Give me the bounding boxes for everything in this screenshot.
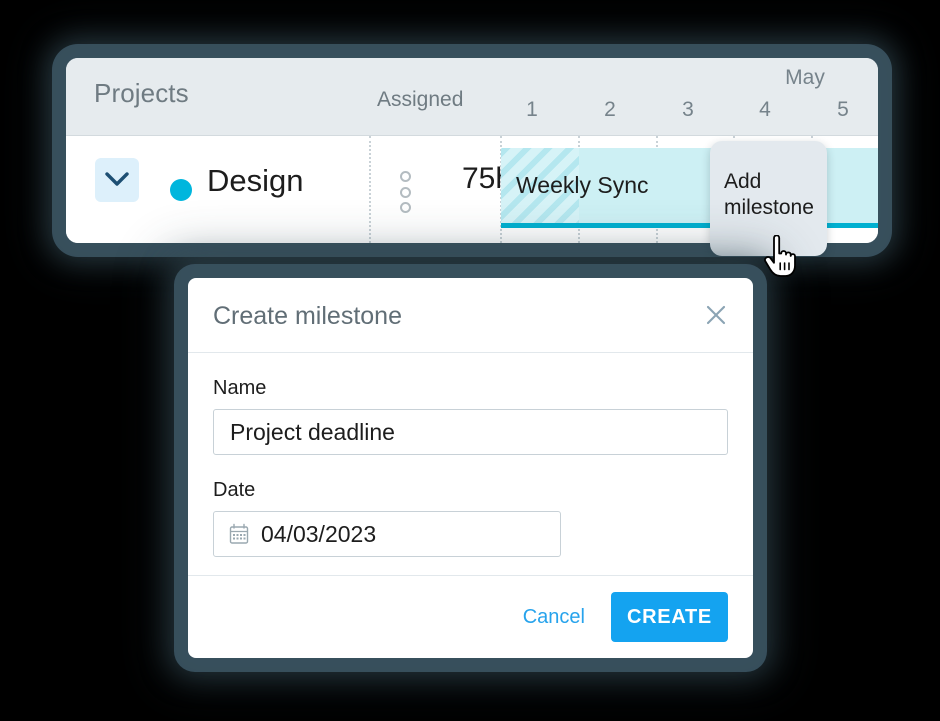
task-bar-label: Weekly Sync <box>516 172 649 198</box>
name-field-label: Name <box>213 377 267 399</box>
create-button[interactable]: CREATE <box>611 592 728 642</box>
cancel-button[interactable]: Cancel <box>519 598 589 637</box>
chevron-down-icon <box>104 171 130 190</box>
milestone-date-input[interactable]: 04/03/2023 <box>213 511 561 557</box>
gantt-header: Projects Assigned May 1 2 3 4 5 <box>66 58 878 136</box>
field-spacer <box>213 455 728 479</box>
dialog-title: Create milestone <box>213 302 402 330</box>
dialog-footer: Cancel CREATE <box>188 575 753 658</box>
grid-line-assigned <box>369 136 371 243</box>
timeline-day-3: 3 <box>682 98 694 121</box>
date-value: 04/03/2023 <box>261 520 377 547</box>
close-icon <box>704 303 728 330</box>
calendar-icon <box>228 523 250 545</box>
column-header-assigned: Assigned <box>377 88 464 111</box>
timeline-month-label: May <box>785 66 825 89</box>
create-milestone-dialog: Create milestone Name Date <box>188 278 753 658</box>
screenshot-root: Projects Assigned May 1 2 3 4 5 Design 7… <box>0 0 940 721</box>
timeline-day-1: 1 <box>526 98 538 121</box>
timeline-day-2: 2 <box>604 98 616 121</box>
column-header-projects: Projects <box>94 78 189 108</box>
tooltip-label: Add milestone <box>724 170 814 220</box>
dialog-body: Name Date <box>188 353 753 557</box>
close-button[interactable] <box>699 299 733 333</box>
add-milestone-tooltip[interactable]: Add milestone <box>710 141 827 256</box>
timeline-day-5: 5 <box>837 98 849 121</box>
expand-row-button[interactable] <box>95 158 139 202</box>
dialog-header: Create milestone <box>188 278 753 353</box>
project-name: Design <box>207 163 304 198</box>
project-status-dot <box>170 179 192 201</box>
timeline-day-4: 4 <box>759 98 771 121</box>
milestone-name-input[interactable] <box>213 409 728 455</box>
date-field-label: Date <box>213 479 256 501</box>
